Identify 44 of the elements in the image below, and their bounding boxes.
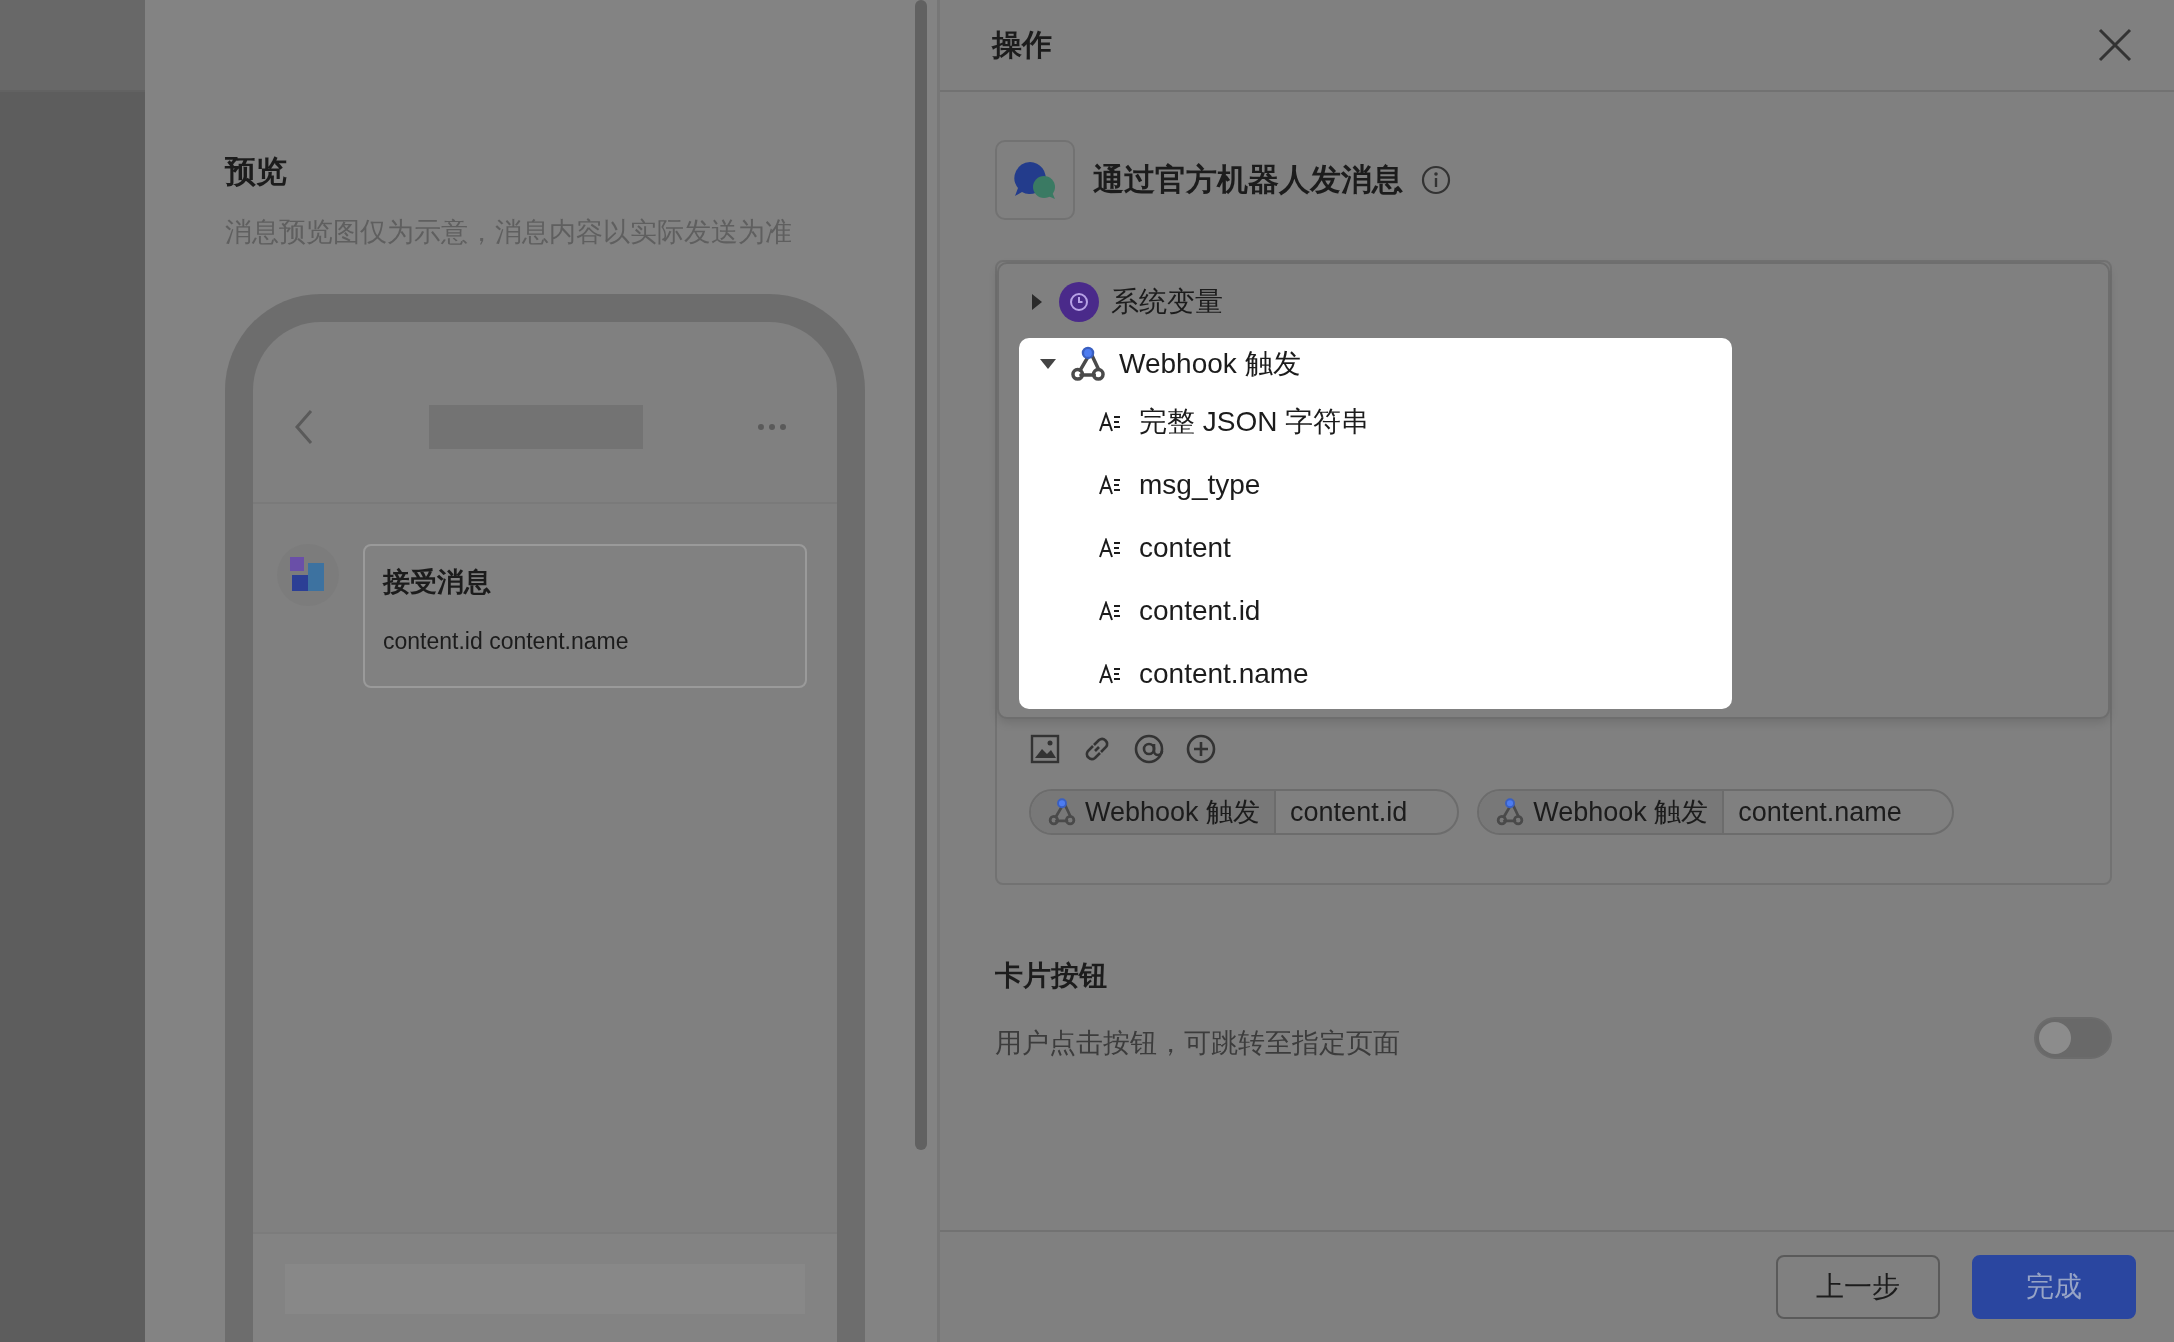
mention-button[interactable] [1133, 733, 1165, 765]
clock-icon [1059, 282, 1099, 322]
card-body: content.id content.name [383, 627, 630, 656]
close-button[interactable] [2098, 28, 2132, 62]
section-description: 用户点击按钮，可跳转至指定页面 [995, 1027, 1400, 1060]
variable-token[interactable]: Webhook 触发 content.id [1029, 789, 1460, 835]
at-sign-icon [1133, 733, 1165, 765]
token-field: content.id [1276, 791, 1458, 833]
variable-option[interactable]: 完整 JSON 字符串 [1139, 402, 1370, 441]
close-icon [2098, 28, 2132, 62]
variable-option[interactable]: content.name [1139, 657, 1309, 690]
insert-image-button[interactable] [1029, 733, 1061, 765]
more-dots-icon [757, 423, 787, 431]
section-title: 预览 [225, 153, 288, 191]
toggle-switch[interactable] [2034, 1017, 2112, 1059]
variable-token[interactable]: Webhook 触发 content.name [1477, 789, 1954, 835]
webhook-icon [1069, 345, 1107, 383]
image-icon [1029, 733, 1061, 765]
info-icon [1421, 165, 1451, 195]
tree-node-label[interactable]: 系统变量 [1111, 283, 1223, 321]
text-type-icon [1099, 537, 1121, 558]
text-type-icon [1099, 474, 1121, 495]
variable-option[interactable]: content.id [1139, 594, 1261, 627]
drawer-title: 操作 [992, 26, 1052, 63]
chat-bubbles-icon [1012, 160, 1058, 200]
token-field: content.name [1724, 791, 1952, 833]
add-button[interactable] [1185, 733, 1217, 765]
card-title: 接受消息 [383, 566, 492, 599]
webhook-icon [1047, 797, 1077, 827]
variable-option[interactable]: content [1139, 531, 1231, 564]
text-type-icon [1099, 600, 1121, 621]
webhook-icon [1495, 797, 1526, 827]
message-editor[interactable]: 系统变量 Webhook 触发 完整 JSON 字符串 msg_type content content.id content.name Webhook 触发 content.id Webhook 触发 content.name [995, 260, 2112, 885]
plus-circle-icon [1185, 733, 1217, 765]
tree-node-label[interactable]: Webhook 触发 [1119, 345, 1301, 383]
text-type-icon [1099, 411, 1121, 432]
variable-option[interactable]: msg_type [1139, 468, 1261, 501]
back-button[interactable]: 上一步 [1776, 1255, 1940, 1319]
token-source: Webhook 触发 [1085, 796, 1261, 829]
token-source: Webhook 触发 [1533, 796, 1709, 829]
action-title: 通过官方机器人发消息 [1093, 161, 1403, 199]
back-chevron-icon [293, 409, 315, 445]
section-title: 卡片按钮 [995, 959, 1108, 993]
text-type-icon [1099, 663, 1121, 684]
